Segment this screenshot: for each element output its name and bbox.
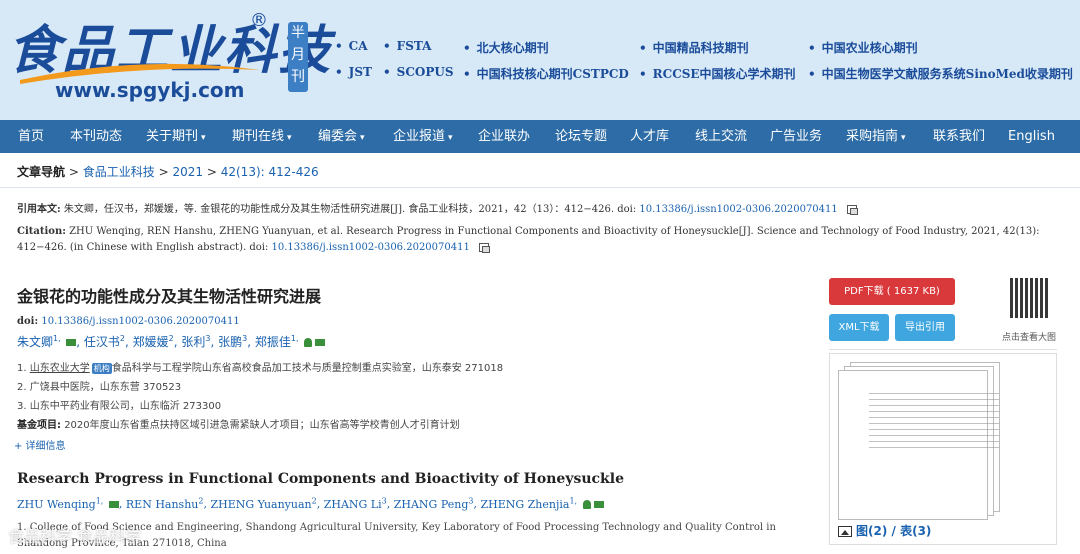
affiliation-link[interactable]: 山东农业大学 [30,363,90,374]
nav-enterprise-joint[interactable]: 企业联办 [478,120,530,153]
affiliation-2: 2. 广饶县中医院，山东东营 370523 [17,382,182,393]
citation-cn-doi-link[interactable]: 10.13386/j.issn1002-0306.2020070411 [639,204,837,215]
person-icon[interactable] [304,338,313,347]
chevron-down-icon: ▾ [360,133,365,143]
mail-icon[interactable] [108,501,119,509]
figure-content [869,393,999,453]
person-icon[interactable] [582,500,591,510]
site-url[interactable]: www.spgykj.com [55,78,245,102]
author-link[interactable]: 朱文卿1, [17,334,63,349]
author-link[interactable]: 郑媛媛2 [133,334,174,349]
article-panel: 文章导航 > 食品工业科技 > 2021 > 42(13): 412-426 引… [0,153,1080,554]
monthly-badge: 半 月 刊 [288,22,308,92]
author-list-en: ZHU Wenqing1, , REN Hanshu2, ZHENG Yuany… [17,496,604,511]
citation-en: Citation: ZHU Wenqing, REN Hanshu, ZHENG… [17,226,1040,253]
author-link[interactable]: 张利3 [181,334,210,349]
nav-advertising[interactable]: 广告业务 [770,120,822,153]
index-cstpcd[interactable]: 中国科技核心期刊CSTPCD [463,65,629,82]
author-link[interactable]: ZHENG Zhenjia1, [480,496,579,511]
export-citation-button[interactable]: 导出引用 [895,314,955,341]
doi-link[interactable]: 10.13386/j.issn1002-0306.2020070411 [41,316,239,327]
breadcrumb-year[interactable]: 2021 [172,165,203,179]
citation-en-doi-link[interactable]: 10.13386/j.issn1002-0306.2020070411 [272,242,470,253]
mail-icon[interactable] [66,339,77,346]
figures-link[interactable]: 图(2) [856,524,887,538]
divider [0,187,1080,188]
copy-icon[interactable] [846,205,858,215]
image-icon [838,526,852,537]
chevron-down-icon: ▾ [901,133,906,143]
nav-enterprise-report[interactable]: 企业报道 ▾ [393,120,453,153]
chevron-down-icon: ▾ [287,133,292,143]
nav-english[interactable]: English [1008,120,1055,153]
article-title-en: Research Progress in Functional Componen… [17,471,624,487]
pdf-download-button[interactable]: PDF下载 ( 1637 KB) [829,278,955,305]
author-link[interactable]: REN Hanshu2 [126,496,204,511]
article-title-cn: 金银花的功能性成分及其生物活性研究进展 [17,287,322,306]
index-sinomed[interactable]: 中国生物医学文献服务系统SinoMed收录期刊 [808,65,1073,82]
author-list-cn: 朱文卿1, , 任汉书2, 郑媛媛2, 张利3, 张鹏3, 郑振佳1, [17,333,326,350]
main-nav: 首页 本刊动态 关于期刊 ▾ 期刊在线 ▾ 编委会 ▾ 企业报道 ▾ 企业联办 论坛专题… [0,120,1080,153]
tables-link[interactable]: 表(3) [900,524,931,538]
nav-purchase-guide[interactable]: 采购指南 ▾ [846,120,906,153]
index-ca[interactable]: CA [335,39,368,53]
figure-preview[interactable]: 图(2) / 表(3) [829,353,1057,545]
divider [829,349,1057,350]
xml-download-button[interactable]: XML下载 [829,314,889,341]
author-link[interactable]: ZHANG Li3 [324,496,387,511]
index-fine-journal[interactable]: 中国精品科技期刊 [639,39,749,56]
nav-editorial-board[interactable]: 编委会 ▾ [318,120,365,153]
author-link[interactable]: ZHANG Peng3 [394,496,474,511]
chevron-down-icon: ▾ [201,133,206,143]
figure-thumbnail[interactable] [838,370,999,520]
figure-table-links: 图(2) / 表(3) [838,522,931,539]
nav-home[interactable]: 首页 [18,120,44,153]
copy-icon[interactable] [479,243,491,253]
nav-about[interactable]: 关于期刊 ▾ [146,120,206,153]
breadcrumb-label: 文章导航 [17,165,66,179]
site-header: 食品工业科技 ® www.spgykj.com 半 月 刊 CA FSTA 北大… [0,0,1080,120]
qr-code-icon[interactable] [1010,278,1050,318]
author-link[interactable]: ZHU Wenqing1, [17,496,106,511]
nav-forum[interactable]: 论坛专题 [555,120,607,153]
article-doi: doi: 10.13386/j.issn1002-0306.2020070411 [17,316,240,327]
author-link[interactable]: 张鹏3 [218,334,247,349]
nav-news[interactable]: 本刊动态 [70,120,122,153]
breadcrumb-issue[interactable]: 42(13): 412-426 [221,165,319,179]
index-scopus[interactable]: SCOPUS [383,65,454,79]
index-fsta[interactable]: FSTA [383,39,432,53]
author-link[interactable]: 任汉书2 [84,334,125,349]
nav-contact[interactable]: 联系我们 [933,120,985,153]
chevron-down-icon: ▾ [448,133,453,143]
more-details-link[interactable]: + 详细信息 [14,437,66,452]
index-agri-core[interactable]: 中国农业核心期刊 [808,39,918,56]
mail-icon[interactable] [593,501,604,509]
affiliation-1: 1. 山东农业大学 机构 食品科学与工程学院山东省高校食品加工技术与质量控制重点实验… [17,363,504,374]
registered-mark: ® [250,10,268,31]
mail-icon[interactable] [315,339,326,346]
watermark: 食品科学 食品科学 [8,527,142,546]
citation-cn: 引用本文: 朱文卿，任汉书，郑媛媛，等. 金银花的功能性成分及其生物活性研究进展… [17,202,1057,218]
affiliation-3: 3. 山东中平药业有限公司，山东临沂 273300 [17,401,222,412]
breadcrumb: 文章导航 > 食品工业科技 > 2021 > 42(13): 412-426 [17,165,319,179]
qr-caption[interactable]: 点击查看大图 [1002,330,1056,343]
nav-online-exchange[interactable]: 线上交流 [695,120,747,153]
fund-info: 基金项目: 2020年度山东省重点扶持区域引进急需紧缺人才项目；山东省高等学校青… [17,420,460,431]
nav-talent[interactable]: 人才库 [630,120,669,153]
breadcrumb-journal[interactable]: 食品工业科技 [83,165,155,179]
author-link[interactable]: 郑振佳1, [255,334,301,349]
author-link[interactable]: ZHENG Yuanyuan2 [210,496,316,511]
index-pku-core[interactable]: 北大核心期刊 [463,39,549,56]
index-jst[interactable]: JST [335,65,372,79]
institution-badge[interactable]: 机构 [91,363,112,374]
nav-online[interactable]: 期刊在线 ▾ [232,120,292,153]
index-rccse[interactable]: RCCSE中国核心学术期刊 [639,65,796,82]
